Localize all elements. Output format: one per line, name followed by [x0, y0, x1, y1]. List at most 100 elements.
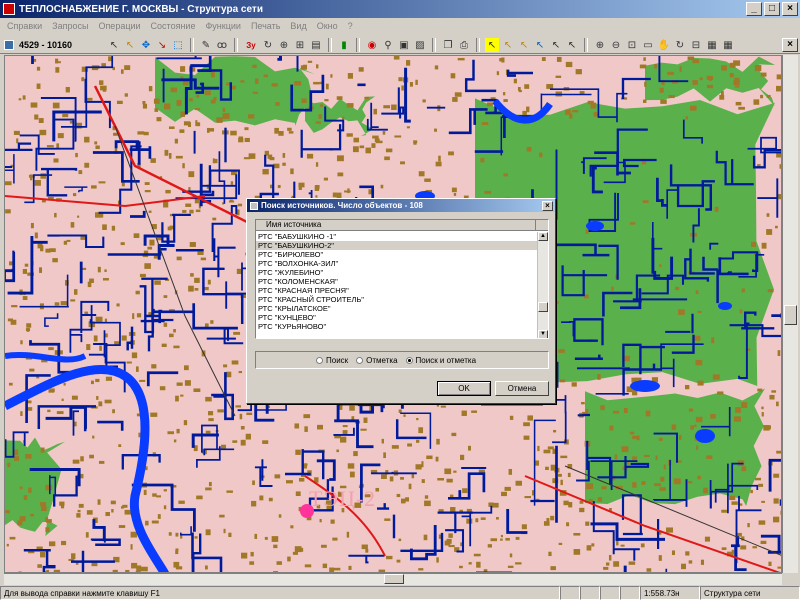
menu-item-funktsii[interactable]: Функции: [200, 21, 245, 31]
building: [608, 554, 612, 561]
radio-search[interactable]: Поиск: [316, 356, 348, 365]
toolbar-separator: [190, 38, 194, 52]
building: [644, 81, 647, 87]
menu-item-zaprosy[interactable]: Запросы: [47, 21, 93, 31]
list-item[interactable]: РТС "КРАСНАЯ ПРЕСНЯ": [256, 286, 537, 295]
building: [654, 63, 657, 69]
zoom-out-icon[interactable]: ⊖: [609, 38, 623, 52]
radio-search-dot[interactable]: [316, 356, 323, 364]
menu-item-help[interactable]: ?: [343, 21, 358, 31]
cancel-button[interactable]: Отмена: [495, 381, 549, 396]
list-item[interactable]: РТС "БИРЮЛЕВО": [256, 250, 537, 259]
list-item[interactable]: РТС "КРЫЛАТСКОЕ": [256, 304, 537, 313]
building: [371, 143, 376, 148]
list-item[interactable]: РТС "КОЛОМЕНСКАЯ": [256, 277, 537, 286]
list-item[interactable]: РТС "КУРЬЯНОВО": [256, 322, 537, 331]
menu-item-sostoyanie[interactable]: Состояние: [146, 21, 201, 31]
pond: [718, 302, 732, 310]
target-icon[interactable]: ⊕: [277, 38, 291, 52]
column-header-source-name[interactable]: Имя источника: [256, 220, 536, 230]
list-item[interactable]: РТС "ЖУЛЕБИНО": [256, 268, 537, 277]
pan-icon[interactable]: ✥: [139, 38, 153, 52]
zoom-window-icon[interactable]: ⊡: [625, 38, 639, 52]
building: [349, 405, 355, 411]
vertical-scrollbar[interactable]: [782, 55, 798, 573]
picture-icon[interactable]: ▨: [413, 38, 427, 52]
zoom-text-icon[interactable]: Зу: [243, 38, 259, 52]
menu-item-vid[interactable]: Вид: [285, 21, 311, 31]
ok-button[interactable]: OK: [437, 381, 491, 396]
radio-search-and-mark[interactable]: Поиск и отметка: [405, 356, 476, 365]
prev-view-icon[interactable]: ▦: [705, 38, 719, 52]
cursor-plus-icon[interactable]: ↖: [501, 38, 515, 52]
select-arrow-icon[interactable]: ↖: [123, 38, 137, 52]
vertical-scroll-thumb[interactable]: [784, 305, 797, 325]
building: [586, 483, 594, 490]
horizontal-scrollbar[interactable]: [4, 573, 782, 585]
minimize-button[interactable]: _: [746, 2, 762, 16]
building: [121, 335, 127, 341]
cursor-select-icon[interactable]: ↖: [565, 38, 579, 52]
menu-item-spravki[interactable]: Справки: [2, 21, 47, 31]
menu-item-okno[interactable]: Окно: [312, 21, 343, 31]
building: [446, 478, 453, 483]
dialog-close-button[interactable]: ×: [542, 200, 553, 211]
pointer-icon[interactable]: ↖: [107, 38, 121, 52]
menu-item-pechat[interactable]: Печать: [246, 21, 285, 31]
hand-icon[interactable]: ✋: [657, 38, 671, 52]
building: [259, 495, 264, 501]
radio-search-and-mark-dot[interactable]: [405, 356, 413, 364]
menu-item-operatsii[interactable]: Операции: [93, 21, 145, 31]
window-titlebar[interactable]: ТЕПЛОСНАБЖЕНИЕ Г. МОСКВЫ - Структура сет…: [0, 0, 800, 18]
list-item[interactable]: РТС "ВОЛХОНКА-ЗИЛ": [256, 259, 537, 268]
building: [475, 518, 479, 523]
building: [640, 543, 645, 548]
list-item[interactable]: РТС "КУНЦЕВО": [256, 313, 537, 322]
zoom-in-icon[interactable]: ⊕: [593, 38, 607, 52]
close-button[interactable]: ×: [782, 2, 798, 16]
scroll-down-button[interactable]: ▼: [538, 330, 548, 338]
building: [85, 532, 89, 538]
print-icon[interactable]: ⎙: [457, 38, 471, 52]
document-close-button[interactable]: ×: [782, 38, 798, 52]
cursor-move-icon[interactable]: ↖: [549, 38, 563, 52]
maximize-button[interactable]: □: [764, 2, 780, 16]
sources-list[interactable]: Имя источника РТС "БАБУШКИНО -1" РТС "БАБ…: [255, 219, 549, 339]
select-area-icon[interactable]: ⬚: [171, 38, 185, 52]
zoom-all-icon[interactable]: ⊟: [689, 38, 703, 52]
list-scrollbar[interactable]: ▲ ▼: [537, 232, 548, 338]
dialog-titlebar[interactable]: Поиск источников. Число объектов - 108 ×: [247, 199, 555, 212]
rotate-icon[interactable]: ↻: [261, 38, 275, 52]
list-item[interactable]: РТС "БАБУШКИНО -1": [256, 232, 537, 241]
record-icon[interactable]: ◉: [365, 38, 379, 52]
refresh-icon[interactable]: ↻: [673, 38, 687, 52]
measure-icon[interactable]: ↘: [155, 38, 169, 52]
image-icon[interactable]: ▣: [397, 38, 411, 52]
list-header[interactable]: Имя источника: [256, 220, 548, 231]
list-item[interactable]: РТС "КРАСНЫЙ СТРОИТЕЛЬ": [256, 295, 537, 304]
copy-icon[interactable]: ❐: [441, 38, 455, 52]
list-item[interactable]: РТС "БАБУШКИНО-2": [256, 241, 537, 250]
building: [95, 145, 100, 150]
building: [775, 225, 778, 229]
radio-mark[interactable]: Отметка: [356, 356, 398, 365]
list-scroll-thumb[interactable]: [538, 302, 548, 312]
scroll-up-button[interactable]: ▲: [538, 232, 548, 241]
traffic-light-icon[interactable]: ▮: [337, 38, 351, 52]
zoom-area-icon[interactable]: ▭: [641, 38, 655, 52]
building: [98, 181, 106, 184]
building: [332, 537, 338, 541]
cursor-yellow-icon[interactable]: ↖: [485, 38, 499, 52]
horizontal-scroll-thumb[interactable]: [384, 574, 404, 584]
cursor-minus-icon[interactable]: ↖: [517, 38, 531, 52]
symbol-icon[interactable]: ⚲: [381, 38, 395, 52]
next-view-icon[interactable]: ▦: [721, 38, 735, 52]
building: [176, 382, 183, 386]
binoculars-icon[interactable]: ꝏ: [215, 38, 229, 52]
pen-icon[interactable]: ✎: [199, 38, 213, 52]
radio-mark-dot[interactable]: [356, 356, 364, 364]
cursor-info-icon[interactable]: ↖: [533, 38, 547, 52]
grid-icon[interactable]: ⊞: [293, 38, 307, 52]
building: [39, 267, 43, 273]
layers-icon[interactable]: ▤: [309, 38, 323, 52]
